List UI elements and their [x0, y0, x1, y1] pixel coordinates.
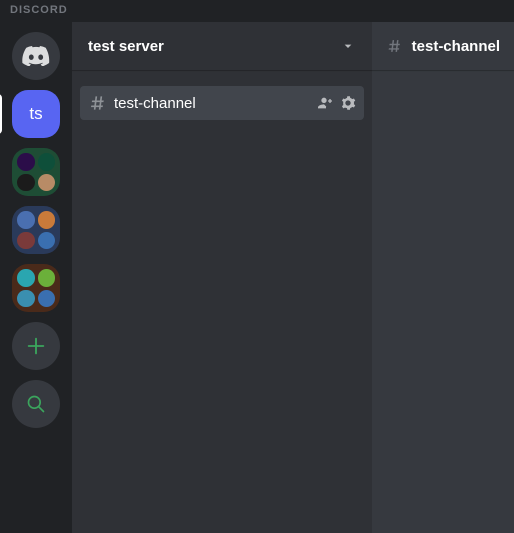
channel-list: test-channel: [72, 70, 372, 120]
plus-icon: [25, 335, 47, 357]
app-logo: DISCORD: [0, 0, 514, 22]
channel-actions: [318, 95, 356, 111]
server-rail: ts: [0, 22, 72, 533]
gear-icon[interactable]: [340, 95, 356, 111]
explore-servers-button[interactable]: [12, 380, 60, 428]
invite-icon[interactable]: [318, 95, 334, 111]
discord-icon: [22, 46, 50, 66]
chat-header: test-channel: [372, 22, 514, 70]
home-button[interactable]: [12, 32, 60, 80]
server-icon-selected[interactable]: ts: [12, 90, 60, 138]
channel-item[interactable]: test-channel: [80, 86, 364, 120]
channel-panel: test server test-channel: [72, 22, 372, 533]
server-name: test server: [88, 38, 164, 55]
server-abbr: ts: [29, 104, 42, 124]
chat-title: test-channel: [412, 38, 500, 55]
search-icon: [26, 394, 46, 414]
hash-icon: [386, 34, 404, 58]
chat-panel: test-channel: [372, 22, 514, 533]
chevron-down-icon: [340, 38, 356, 54]
server-folder[interactable]: [12, 264, 60, 312]
server-folder[interactable]: [12, 148, 60, 196]
server-folder[interactable]: [12, 206, 60, 254]
channel-label: test-channel: [114, 95, 312, 112]
hash-icon: [88, 93, 108, 113]
server-header[interactable]: test server: [72, 22, 372, 70]
add-server-button[interactable]: [12, 322, 60, 370]
